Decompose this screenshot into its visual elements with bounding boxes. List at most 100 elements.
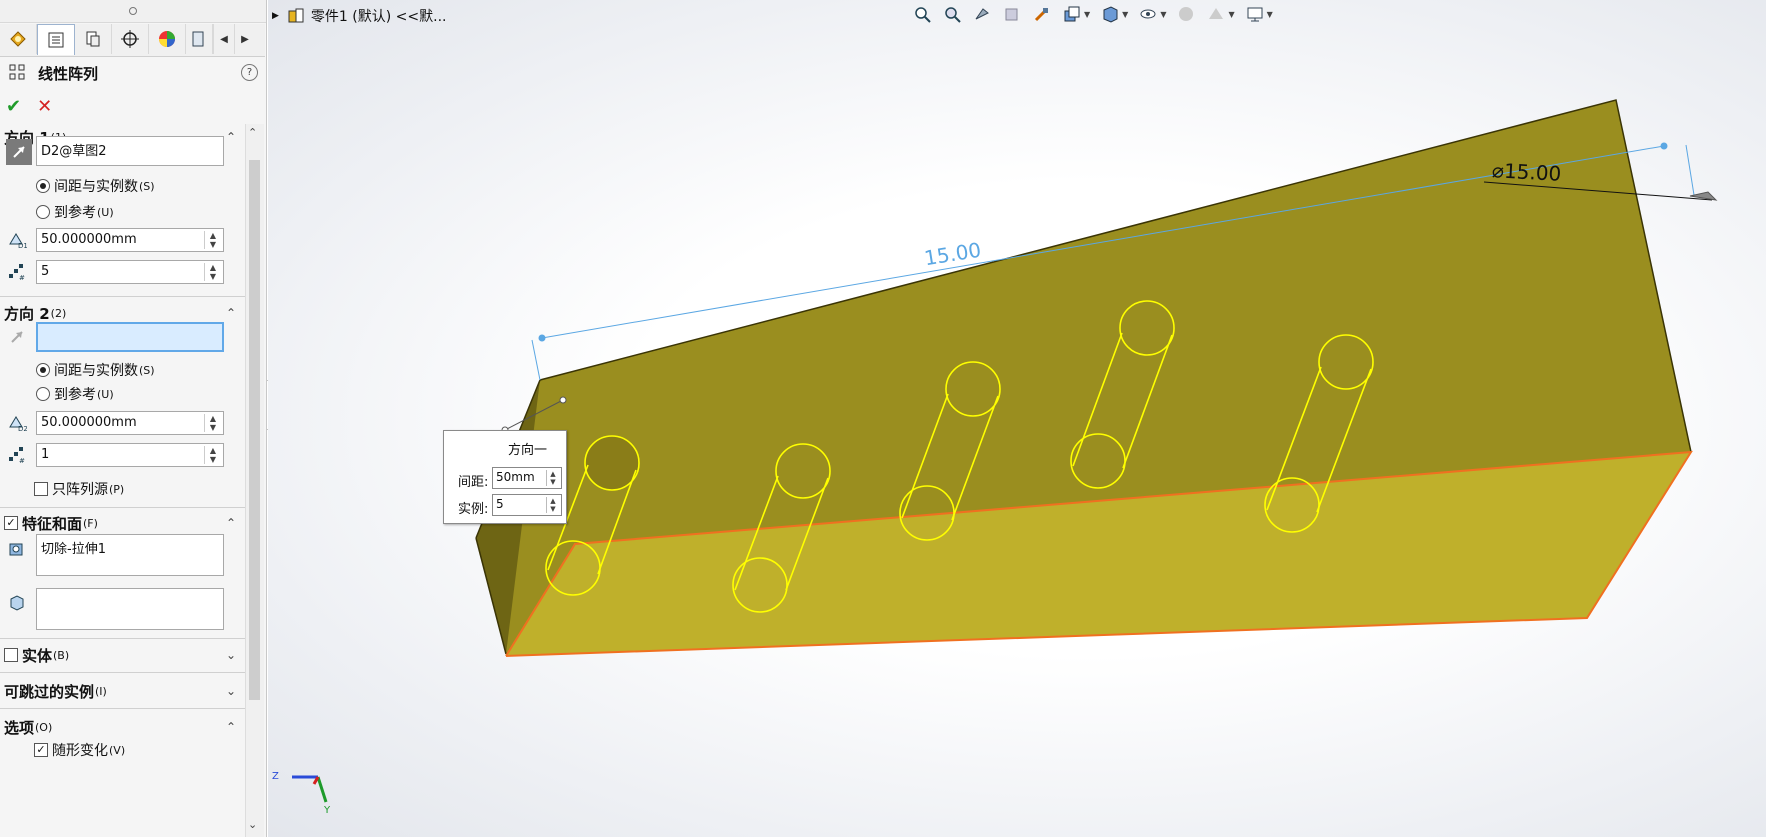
svg-text:#: # (19, 457, 25, 465)
part-icon (288, 8, 304, 23)
radio-label: 到参考 (54, 387, 96, 403)
ok-button[interactable]: ✔ (6, 96, 21, 117)
direction2-edge-field[interactable] (36, 322, 224, 352)
dimxpert-tab[interactable] (112, 24, 149, 54)
direction2-arrow-icon[interactable] (6, 326, 28, 348)
spin-arrows[interactable]: ▲ ▼ (204, 446, 221, 464)
edit-appearance-icon[interactable] (1176, 4, 1196, 24)
expand-icon[interactable]: ⌄ (226, 684, 236, 698)
spin-arrows[interactable]: ▲ ▼ (546, 497, 559, 513)
propertymanager-tab[interactable] (37, 24, 75, 55)
cam-tab[interactable] (186, 24, 213, 54)
scroll-up-icon[interactable]: ⌃ (248, 126, 257, 139)
faces-list[interactable] (36, 588, 224, 630)
flyout-feature-tree[interactable]: ▶ 零件1 (默认) <<默... (272, 6, 446, 26)
hide-show-items-icon[interactable] (1138, 4, 1158, 24)
checkbox-box: ✓ (4, 516, 18, 530)
display-manager-tab[interactable] (149, 24, 186, 54)
features-title: 特征和面 (22, 514, 83, 533)
direction2-spacing-input[interactable]: 50.000000mm ▲ ▼ (36, 411, 224, 435)
direction2-title: 方向 2 (4, 304, 50, 323)
spin-arrows[interactable]: ▲ ▼ (204, 231, 221, 249)
checkbox-box: ✓ (34, 743, 48, 757)
expand-arrow-icon[interactable]: ▶ (272, 11, 279, 21)
dropdown-arrow-icon[interactable]: ▼ (1228, 10, 1234, 19)
radio-key: (S) (139, 179, 155, 193)
tabs-scroll-right[interactable]: ▶ (234, 24, 255, 54)
features-faces-checkbox[interactable]: ✓ (4, 516, 22, 530)
direction1-spacing-instances-radio[interactable]: 间距与实例数 (S) (36, 176, 155, 196)
dropdown-arrow-icon[interactable]: ▼ (1122, 10, 1128, 19)
configurationmanager-tab[interactable] (75, 24, 112, 54)
zoom-to-fit-icon[interactable] (912, 4, 932, 24)
vary-sketch-checkbox[interactable]: ✓ 随形变化 (V) (34, 740, 125, 760)
dropdown-arrow-icon[interactable]: ▼ (1160, 10, 1166, 19)
callout-spacing-input[interactable]: 50mm ▲ ▼ (492, 467, 562, 489)
instances-value: 5 (41, 264, 50, 279)
bodies-checkbox[interactable] (4, 648, 22, 662)
tabs-scroll-left[interactable]: ◀ (213, 24, 234, 54)
apply-scene-icon[interactable] (1206, 4, 1226, 24)
direction1-up-to-reference-radio[interactable]: 到参考 (U) (36, 202, 114, 222)
radio-label: 间距与实例数 (54, 363, 138, 379)
dropdown-arrow-icon[interactable]: ▼ (1084, 10, 1090, 19)
part-name: 零件1 (默认) <<默... (310, 9, 447, 25)
dynamic-annotation-icon[interactable] (1032, 4, 1052, 24)
callout-spacing-value: 50mm (496, 470, 535, 484)
radio-key: (S) (139, 363, 155, 377)
direction2-instances-input[interactable]: 1 ▲ ▼ (36, 443, 224, 467)
instances-to-skip-header[interactable]: 可跳过的实例 (I) ⌄ (4, 680, 240, 702)
direction1-spacing-input[interactable]: 50.000000mm ▲ ▼ (36, 228, 224, 252)
direction2-spacing-instances-radio[interactable]: 间距与实例数 (S) (36, 360, 155, 380)
features-faces-header[interactable]: ✓ 特征和面 (F) ⌃ (4, 512, 240, 534)
direction-arrow-icon[interactable] (6, 139, 32, 165)
pattern-seed-only-checkbox[interactable]: 只阵列源 (P) (34, 479, 124, 499)
view-orientation-icon[interactable] (1062, 4, 1082, 24)
callout-spacing-label: 间距: (458, 475, 489, 490)
direction2-up-to-reference-radio[interactable]: 到参考 (U) (36, 384, 114, 404)
featuremanager-tab[interactable] (0, 24, 37, 54)
spin-arrows[interactable]: ▲ ▼ (546, 470, 559, 486)
dropdown-arrow-icon[interactable]: ▼ (1267, 10, 1273, 19)
help-icon[interactable]: ? (241, 64, 258, 81)
panel-grip[interactable] (0, 0, 266, 23)
graphics-viewport[interactable]: Z Y (268, 0, 1766, 837)
previous-view-icon[interactable] (972, 4, 992, 24)
zoom-to-area-icon[interactable] (942, 4, 962, 24)
checkbox-label: 只阵列源 (52, 482, 108, 498)
radio-label: 间距与实例数 (54, 179, 138, 195)
expand-icon[interactable]: ⌄ (226, 648, 236, 662)
spin-arrows[interactable]: ▲ ▼ (204, 263, 221, 281)
display-style-icon[interactable] (1100, 4, 1120, 24)
faces-to-pattern-icon (6, 592, 28, 614)
collapse-icon[interactable]: ⌃ (226, 516, 236, 530)
ok-cancel-row: ✔ ✕ (6, 96, 52, 117)
cancel-button[interactable]: ✕ (37, 96, 52, 117)
spacing-d1-icon: D1 (6, 229, 28, 251)
section-view-icon[interactable] (1002, 4, 1022, 24)
options-header[interactable]: 选项 (O) ⌃ (4, 716, 240, 738)
bodies-header[interactable]: 实体 (B) ⌄ (4, 644, 240, 666)
diameter-dimension-text[interactable]: ⌀15.00 (1491, 158, 1561, 186)
direction2-header[interactable]: 方向 2 (2) ⌃ (4, 302, 240, 324)
linear-pattern-icon (9, 64, 25, 80)
propertymanager-icon (48, 32, 64, 48)
collapse-icon[interactable]: ⌃ (226, 720, 236, 734)
collapse-icon[interactable]: ⌃ (226, 306, 236, 320)
spin-arrows[interactable]: ▲ ▼ (204, 414, 221, 432)
scroll-thumb[interactable] (249, 160, 260, 700)
checkbox-label: 随形变化 (52, 743, 108, 759)
radio-label: 到参考 (54, 205, 96, 221)
triad-y-label: Y (323, 805, 331, 816)
callout-instances-input[interactable]: 5 ▲ ▼ (492, 494, 562, 516)
collapse-icon[interactable]: ⌃ (226, 130, 236, 144)
features-list[interactable]: 切除-拉伸1 (36, 534, 224, 576)
direction1-edge-field[interactable]: D2@草图2 (36, 136, 224, 166)
panel-scrollbar[interactable]: ⌃ ⌄ (245, 124, 264, 837)
scroll-down-icon[interactable]: ⌄ (248, 818, 257, 831)
spacing-d2-icon: D2 (6, 412, 28, 434)
diameter-value: 15.00 (1503, 158, 1562, 186)
view-settings-icon[interactable] (1245, 4, 1265, 24)
direction1-instances-input[interactable]: 5 ▲ ▼ (36, 260, 224, 284)
list-item[interactable]: 切除-拉伸1 (41, 542, 106, 557)
